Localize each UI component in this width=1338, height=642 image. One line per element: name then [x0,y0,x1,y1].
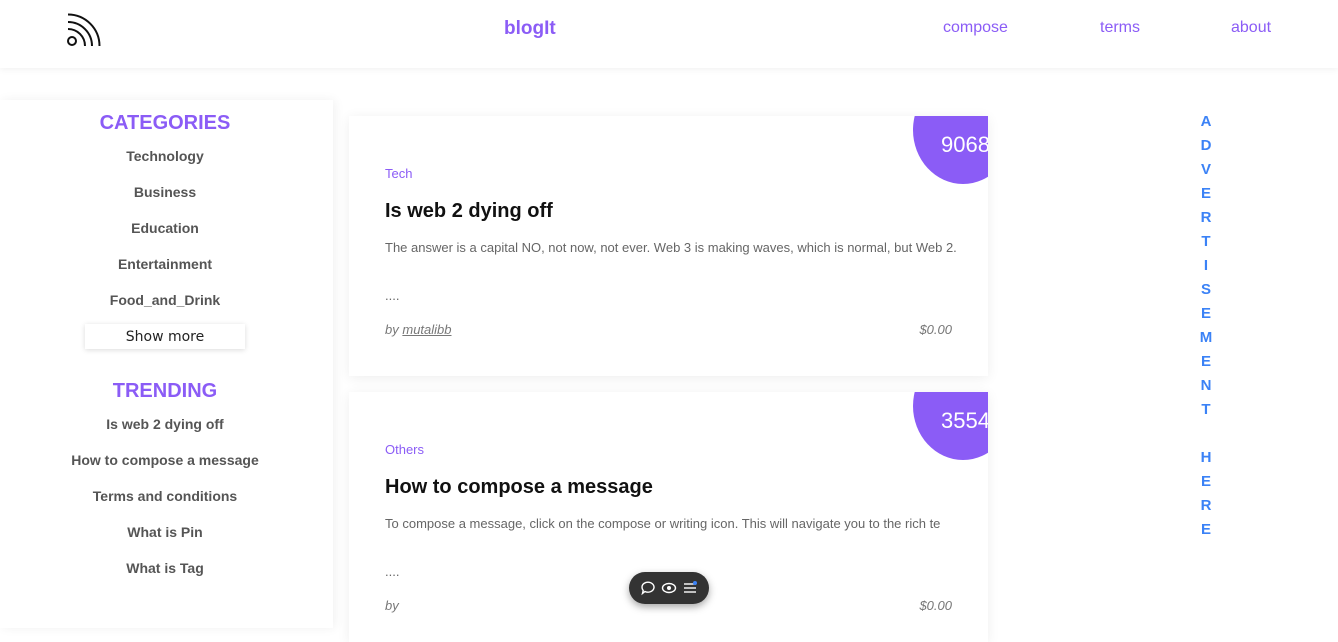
category-item-entertainment[interactable]: Entertainment [0,256,330,272]
post-card[interactable]: 9068 Tech Is web 2 dying off The answer … [349,116,988,376]
trending-heading: TRENDING [112,380,218,402]
post-title[interactable]: Is web 2 dying off [385,200,553,223]
post-card[interactable]: 3554 Others How to compose a message To … [349,392,988,642]
ad-letter: R [1200,209,1212,226]
trending-item[interactable]: What is Pin [0,524,330,540]
post-author-line: by [385,598,399,613]
ad-letter: M [1199,329,1213,346]
category-item-education[interactable]: Education [0,220,330,236]
rss-logo-icon[interactable] [66,12,102,48]
floating-toolbar [629,572,709,604]
post-price: $0.00 [919,598,952,613]
view-count-badge: 9068 [913,116,988,184]
post-excerpt: The answer is a capital NO, not now, not… [385,240,957,255]
left-sidebar: CATEGORIES Technology Business Education… [0,100,333,628]
eye-icon[interactable] [661,580,677,596]
post-ellipsis: .... [385,288,400,303]
category-item-business[interactable]: Business [0,184,330,200]
ad-letter: E [1200,305,1211,322]
trending-item[interactable]: How to compose a message [0,452,330,468]
top-navbar: blogIt compose terms about [0,0,1338,68]
ad-letter: E [1200,185,1211,202]
post-category[interactable]: Others [385,442,424,457]
post-price: $0.00 [919,322,952,337]
comment-icon[interactable] [640,580,656,596]
post-title[interactable]: How to compose a message [385,476,653,499]
trending-item[interactable]: Terms and conditions [0,488,330,504]
by-label: by [385,322,399,337]
by-label: by [385,598,399,613]
category-item-technology[interactable]: Technology [0,148,330,164]
post-ellipsis: .... [385,564,400,579]
trending-item[interactable]: What is Tag [0,560,330,576]
ad-letter: E [1200,353,1211,370]
ad-letter: I [1203,257,1209,274]
brand-title[interactable]: blogIt [504,18,556,40]
ad-letter: N [1200,377,1212,394]
ad-spacer [1196,422,1216,446]
trending-item[interactable]: Is web 2 dying off [0,416,330,432]
advertisement-banner: A D V E R T I S E M E N T H E R E [1196,110,1216,542]
nav-about-link[interactable]: about [1231,19,1271,37]
menu-icon[interactable] [682,580,698,596]
ad-letter: V [1200,161,1211,178]
ad-letter: A [1200,113,1212,130]
author-link[interactable]: mutalibb [402,322,451,337]
nav-compose-link[interactable]: compose [943,19,1008,37]
ad-letter: H [1200,449,1212,466]
ad-letter: E [1200,521,1211,538]
ad-letter: S [1200,281,1211,298]
ad-letter: E [1200,473,1211,490]
category-item-food-and-drink[interactable]: Food_and_Drink [0,292,330,308]
show-more-button[interactable]: Show more [85,324,245,349]
post-excerpt: To compose a message, click on the compo… [385,516,941,531]
ad-letter: R [1200,497,1212,514]
view-count: 9068 [941,132,988,157]
categories-heading: CATEGORIES [99,112,231,134]
ad-letter: D [1200,137,1212,154]
view-count-badge: 3554 [913,392,988,460]
nav-terms-link[interactable]: terms [1100,19,1140,37]
ad-letter: T [1201,401,1211,418]
post-author-line: by mutalibb [385,322,452,337]
ad-letter: T [1201,233,1211,250]
post-category[interactable]: Tech [385,166,412,181]
view-count: 3554 [941,408,988,433]
